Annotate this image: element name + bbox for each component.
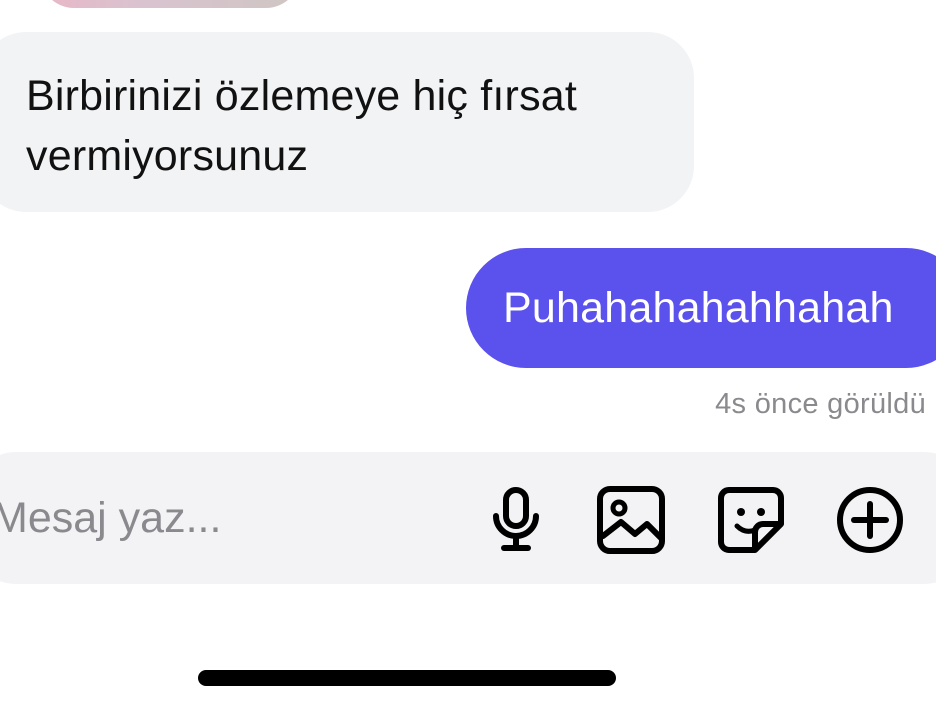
incoming-message-text: Birbirinizi özlemeye hiç fırsat vermiyor…	[26, 72, 578, 180]
more-options-button[interactable]	[834, 484, 906, 556]
outgoing-message-text: Puhahahahahhahah	[503, 283, 894, 332]
microphone-icon	[493, 487, 539, 551]
seen-status: 4s önce görüldü	[715, 388, 926, 420]
image-icon	[597, 486, 665, 554]
sticker-button[interactable]	[715, 484, 787, 556]
home-indicator[interactable]	[198, 670, 616, 686]
message-composer	[0, 452, 936, 584]
send-image-button[interactable]	[595, 484, 667, 556]
chat-screen: Birbirinizi özlemeye hiç fırsat vermiyor…	[0, 0, 936, 704]
voice-message-button[interactable]	[480, 484, 552, 556]
message-input[interactable]	[0, 452, 440, 584]
plus-circle-icon	[837, 487, 903, 553]
sticker-icon	[718, 487, 784, 553]
shared-image-message[interactable]	[40, 0, 300, 8]
outgoing-message-bubble[interactable]: Puhahahahahhahah	[466, 248, 936, 368]
incoming-message-bubble[interactable]: Birbirinizi özlemeye hiç fırsat vermiyor…	[0, 32, 694, 212]
